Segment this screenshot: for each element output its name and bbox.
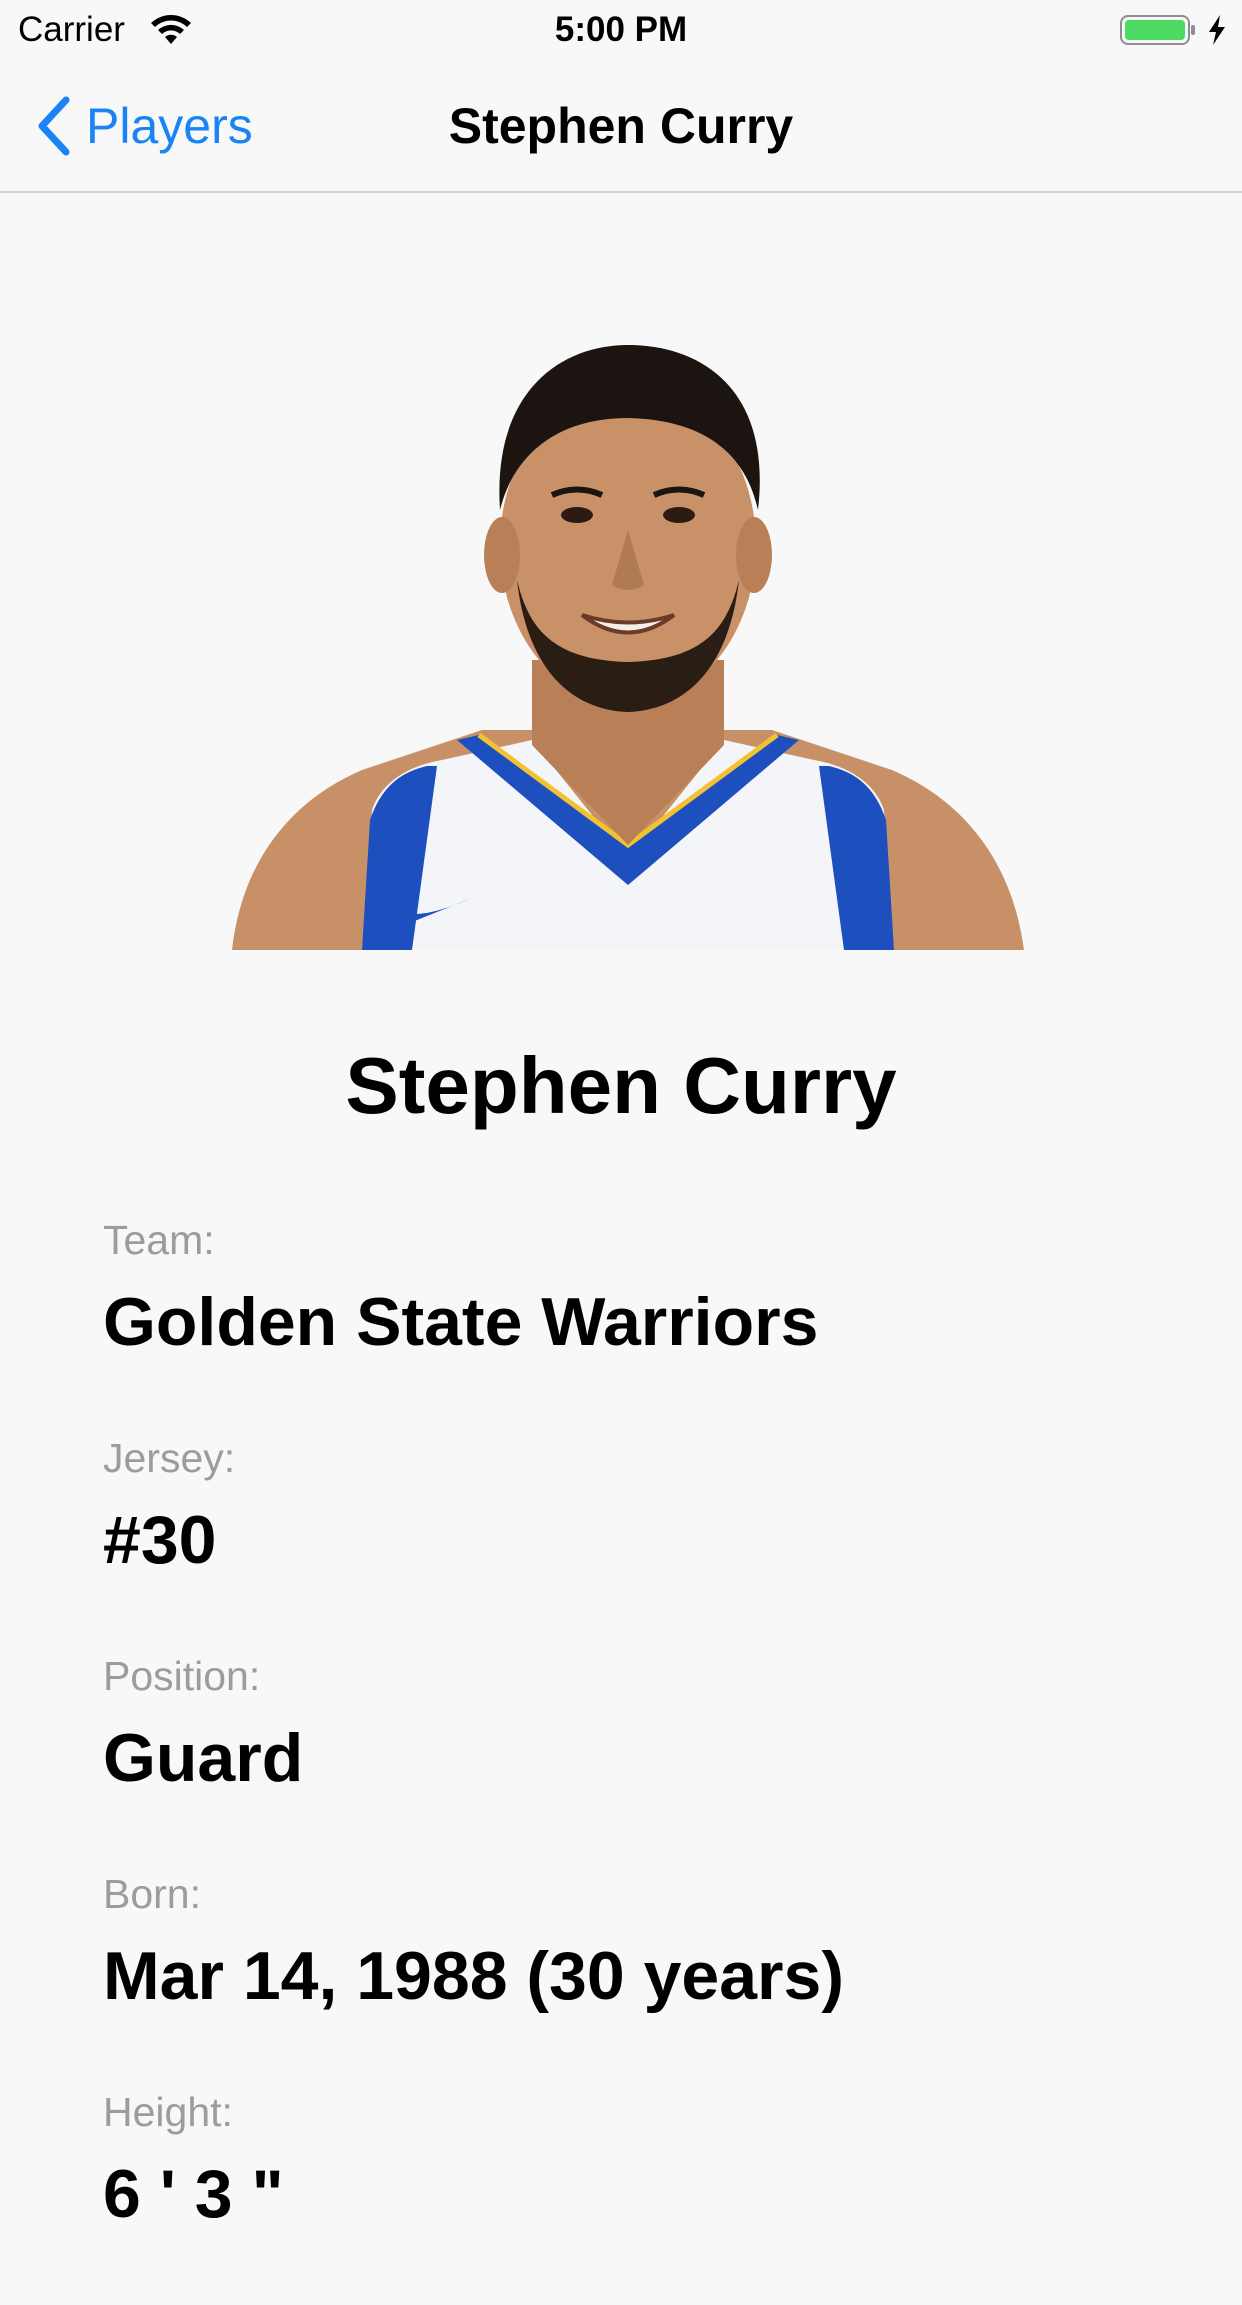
born-value: Mar 14, 1988 (30 years) xyxy=(103,1938,844,2014)
position-field: Position: Guard xyxy=(103,1651,1203,1869)
jersey-value: #30 xyxy=(103,1502,217,1578)
navigation-bar: Players Stephen Curry xyxy=(0,60,1242,193)
position-value: Guard xyxy=(103,1720,304,1796)
team-field: Team: Golden State Warriors xyxy=(103,1215,1203,1433)
back-button[interactable]: Players xyxy=(34,94,253,158)
player-photo xyxy=(232,345,1024,950)
nav-title: Stephen Curry xyxy=(448,98,794,154)
chevron-left-icon xyxy=(38,96,70,156)
jersey-field: Jersey: #30 xyxy=(103,1433,1203,1651)
born-label: Born: xyxy=(103,1871,201,1917)
team-label: Team: xyxy=(103,1217,215,1263)
status-bar: Carrier 5:00 PM xyxy=(0,0,1242,60)
height-field: Height: 6 ' 3 " xyxy=(103,2087,1203,2305)
height-label: Height: xyxy=(103,2089,233,2135)
jersey-label: Jersey: xyxy=(103,1435,236,1481)
player-name: Stephen Curry xyxy=(345,1041,897,1130)
position-label: Position: xyxy=(103,1653,261,1699)
back-button-label: Players xyxy=(86,98,253,154)
status-time: 5:00 PM xyxy=(554,10,688,49)
team-value: Golden State Warriors xyxy=(103,1284,819,1360)
player-details: Team: Golden State Warriors Jersey: #30 … xyxy=(103,1215,1203,2305)
battery-icon xyxy=(1120,15,1195,45)
height-value: 6 ' 3 " xyxy=(103,2156,284,2232)
born-field: Born: Mar 14, 1988 (30 years) xyxy=(103,1869,1203,2087)
charging-bolt-icon xyxy=(1209,15,1225,45)
